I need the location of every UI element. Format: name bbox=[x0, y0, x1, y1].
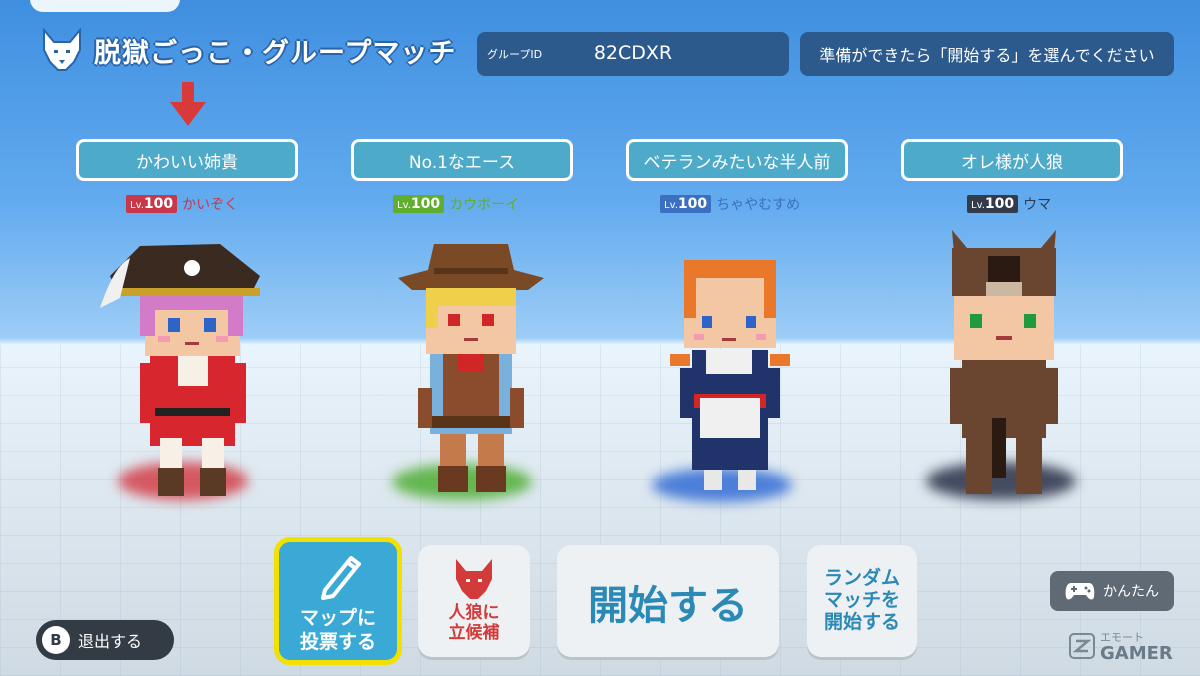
player-level-row: Lv.100 かいぞく bbox=[126, 193, 238, 215]
level-value: 100 bbox=[984, 196, 1015, 212]
level-value: 100 bbox=[143, 196, 174, 212]
costume-name: カウボーイ bbox=[449, 197, 520, 213]
ready-notice: 準備ができたら「開始する」を選んでください bbox=[800, 32, 1174, 76]
level-badge: Lv.100 bbox=[660, 195, 712, 213]
pencil-icon bbox=[321, 556, 361, 600]
wolf-logo-icon bbox=[43, 28, 81, 71]
teahouse-girl-avatar[interactable] bbox=[670, 258, 790, 494]
cowboy-avatar[interactable] bbox=[398, 238, 544, 496]
vote-map-label: マップに 投票する bbox=[299, 607, 376, 653]
costume-name: ウマ bbox=[1023, 197, 1052, 213]
player-name: オレ様が人狼 bbox=[961, 152, 1063, 173]
player-name-plate[interactable]: オレ様が人狼 bbox=[901, 139, 1123, 181]
exit-label: 退出する bbox=[78, 632, 143, 651]
group-id-value: 82CDXR bbox=[593, 42, 673, 64]
level-value: 100 bbox=[410, 196, 441, 212]
costume-name: かいぞく bbox=[182, 197, 239, 213]
player-level-row: Lv.100 ウマ bbox=[967, 193, 1051, 215]
werewolf-candidate-button[interactable]: 人狼に 立候補 bbox=[418, 545, 530, 657]
level-prefix: Lv. bbox=[130, 200, 144, 211]
player-name: No.1なエース bbox=[408, 152, 516, 173]
vote-map-button[interactable]: マップに 投票する bbox=[274, 537, 402, 665]
easy-label: かんたん bbox=[1103, 584, 1159, 600]
level-value: 100 bbox=[677, 196, 708, 212]
start-button[interactable]: 開始する bbox=[557, 545, 779, 657]
brand-watermark: エモート GAMER bbox=[1068, 630, 1173, 664]
level-badge: Lv.100 bbox=[393, 195, 445, 213]
easy-controls-button[interactable]: かんたん bbox=[1050, 571, 1174, 611]
costume-name: ちゃやむすめ bbox=[716, 197, 801, 213]
group-id-box: グループID 82CDXR bbox=[477, 32, 789, 76]
random-match-label: ランダム マッチを 開始する bbox=[823, 567, 900, 633]
level-badge: Lv.100 bbox=[126, 195, 178, 213]
brand-name: GAMER bbox=[1100, 643, 1173, 664]
player-level-row: Lv.100 カウボーイ bbox=[393, 193, 519, 215]
player-name-plate[interactable]: ベテランみたいな半人前 bbox=[626, 139, 848, 181]
player-name: ベテランみたいな半人前 bbox=[643, 152, 831, 173]
cloud bbox=[30, 0, 180, 12]
down-arrow-icon bbox=[170, 82, 206, 126]
player-name-plate[interactable]: No.1なエース bbox=[351, 139, 573, 181]
b-button-icon: B bbox=[42, 626, 70, 654]
level-badge: Lv.100 bbox=[967, 195, 1019, 213]
player-name-plate[interactable]: かわいい姉貴 bbox=[76, 139, 298, 181]
level-prefix: Lv. bbox=[664, 200, 678, 211]
werewolf-candidate-label: 人狼に 立候補 bbox=[448, 603, 500, 643]
player-level-row: Lv.100 ちゃやむすめ bbox=[660, 193, 800, 215]
page-title: 脱獄ごっこ・グループマッチ bbox=[94, 37, 457, 69]
wolf-icon bbox=[456, 559, 492, 599]
random-match-button[interactable]: ランダム マッチを 開始する bbox=[807, 545, 917, 657]
pirate-avatar[interactable] bbox=[100, 238, 270, 500]
gamepad-icon bbox=[1065, 583, 1095, 600]
exit-button[interactable]: B 退出する bbox=[36, 620, 174, 660]
emote-gamer-logo-icon bbox=[1069, 633, 1095, 659]
level-prefix: Lv. bbox=[397, 200, 411, 211]
level-prefix: Lv. bbox=[971, 200, 985, 211]
player-name: かわいい姉貴 bbox=[136, 152, 238, 173]
horse-avatar[interactable] bbox=[948, 228, 1060, 498]
header: 脱獄ごっこ・グループマッチ bbox=[40, 28, 456, 72]
start-label: 開始する bbox=[588, 583, 748, 629]
